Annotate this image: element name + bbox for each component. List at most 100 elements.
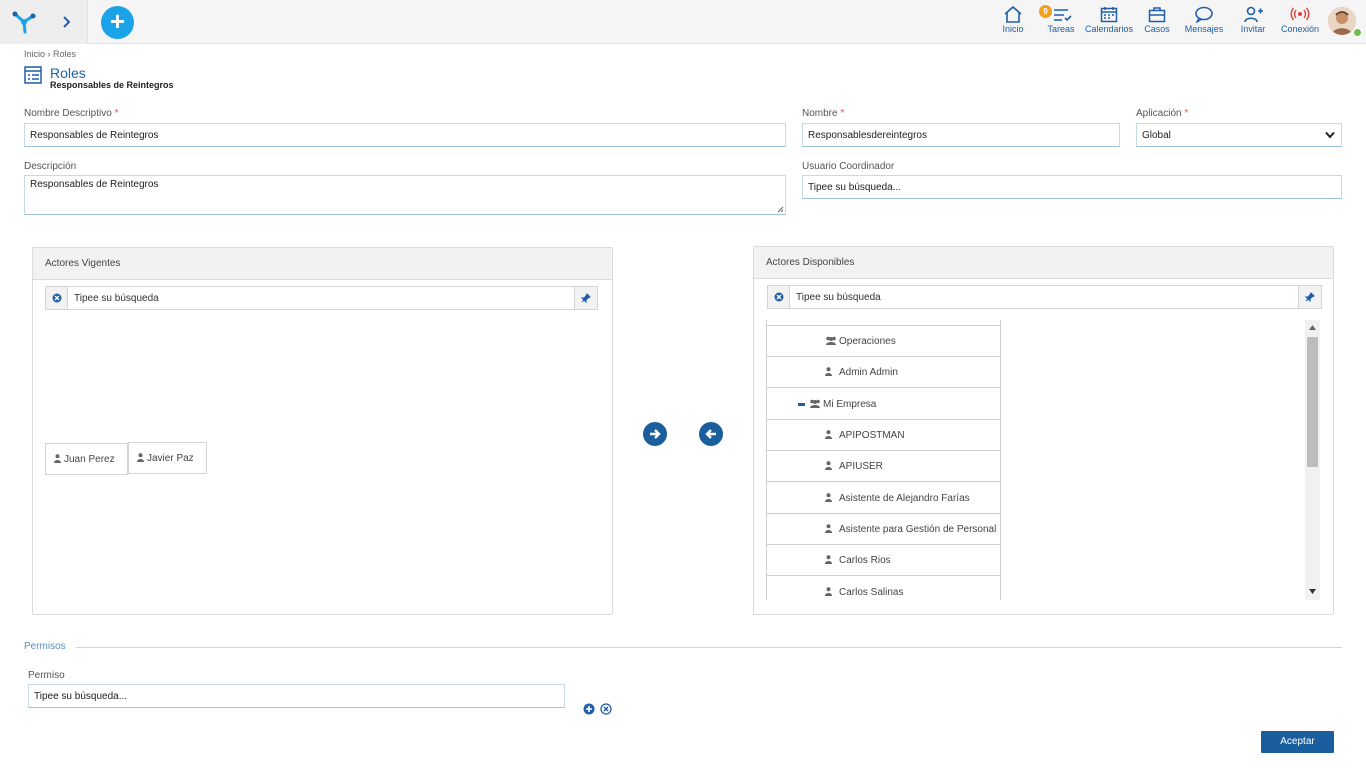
descripcion-textarea[interactable]: Responsables de Reintegros <box>24 175 786 215</box>
nav-invitar[interactable]: Invitar <box>1238 6 1268 40</box>
arrow-left-icon <box>705 429 716 439</box>
aplicacion-label: Aplicación * <box>1136 108 1189 119</box>
pin-icon[interactable] <box>1298 286 1321 308</box>
actores-disponibles-list: Operaciones Admin Admin Mi Empresa APIPO… <box>766 320 1001 600</box>
calendar-icon <box>1100 7 1118 23</box>
list-item[interactable]: Mi Empresa <box>767 389 1000 420</box>
breadcrumb-current: Roles <box>53 49 77 59</box>
chevron-down-icon <box>1325 131 1335 139</box>
actor-chip[interactable]: Juan Perez <box>45 443 128 475</box>
list-item[interactable]: Operaciones <box>767 326 1000 357</box>
actores-vigentes-search-placeholder: Tipee su búsqueda <box>74 293 159 304</box>
clear-search-icon[interactable] <box>46 287 68 309</box>
nav-tareas-label: Tareas <box>1047 24 1075 34</box>
chevron-right-icon[interactable] <box>62 16 70 28</box>
group-icon <box>810 399 820 408</box>
nav-casos-label: Casos <box>1144 24 1170 34</box>
permisos-section-title: Permisos <box>24 641 66 652</box>
actores-vigentes-title: Actores Vigentes <box>33 248 612 280</box>
nav-conexion[interactable]: Conexión <box>1281 6 1319 40</box>
actor-chip-label: Javier Paz <box>147 453 194 464</box>
roles-list-icon <box>24 66 42 84</box>
add-permission-icon[interactable] <box>583 703 595 715</box>
user-icon <box>825 555 832 564</box>
pin-icon[interactable] <box>574 287 597 309</box>
list-item-label: Operaciones <box>839 336 896 347</box>
nav-tareas[interactable]: 9 Tareas <box>1039 5 1078 40</box>
actores-disponibles-search-placeholder: Tipee su búsqueda <box>796 292 881 303</box>
nav-mensajes-label: Mensajes <box>1184 24 1224 34</box>
usuario-coordinador-input[interactable]: Tipee su búsqueda... <box>802 175 1342 199</box>
nombre-input[interactable]: Responsablesdereintegros <box>802 123 1120 147</box>
user-icon <box>137 453 144 462</box>
list-item[interactable]: Asistente para Gestión de Personal <box>767 514 1000 545</box>
user-icon <box>825 461 832 470</box>
aplicacion-select[interactable]: Global <box>1136 123 1342 147</box>
list-item[interactable]: Admin Admin <box>767 357 1000 388</box>
nombre-label: Nombre * <box>802 108 845 119</box>
nombre-descriptivo-label: Nombre Descriptivo * <box>24 108 119 119</box>
usuario-coordinador-label: Usuario Coordinador <box>802 161 895 172</box>
move-right-button[interactable] <box>643 422 667 446</box>
user-icon <box>825 493 832 502</box>
user-icon <box>54 454 61 463</box>
chat-icon <box>1195 6 1213 23</box>
list-item[interactable]: Asistente de Alejandro Farías <box>767 483 1000 514</box>
list-item[interactable]: APIPOSTMAN <box>767 420 1000 451</box>
nav-inicio[interactable]: Inicio <box>998 6 1028 40</box>
arrow-right-icon <box>650 429 661 439</box>
section-divider <box>76 647 1342 648</box>
actores-vigentes-search[interactable]: Tipee su búsqueda <box>45 286 598 310</box>
actor-chip[interactable]: Javier Paz <box>128 442 207 474</box>
descripcion-value: Responsables de Reintegros <box>30 179 159 190</box>
list-item-label: Carlos Salinas <box>839 587 904 598</box>
accept-button[interactable]: Aceptar <box>1261 731 1334 753</box>
actores-vigentes-panel: Actores Vigentes Tipee su búsqueda <box>32 247 613 615</box>
resize-handle-icon[interactable] <box>777 206 784 213</box>
user-icon <box>825 524 832 533</box>
move-left-button[interactable] <box>699 422 723 446</box>
page-subtitle: Responsables de Reintegros <box>50 80 174 90</box>
list-item-label: APIUSER <box>839 461 883 472</box>
aplicacion-value: Global <box>1142 130 1171 141</box>
permiso-input[interactable]: Tipee su búsqueda... <box>28 684 565 708</box>
page-title: Roles <box>50 65 86 81</box>
collapse-icon[interactable] <box>798 403 805 406</box>
breadcrumb: Inicio › Roles <box>24 49 76 59</box>
app-logo-icon[interactable] <box>11 10 37 34</box>
logo-area <box>0 0 88 44</box>
tasks-icon <box>1054 9 1072 22</box>
permiso-label: Permiso <box>28 670 65 681</box>
list-item-label: Carlos Rios <box>839 555 891 566</box>
group-icon <box>826 336 836 345</box>
signal-icon <box>1290 7 1310 21</box>
scrollbar-thumb[interactable] <box>1307 337 1318 467</box>
clear-search-icon[interactable] <box>768 286 790 308</box>
list-item-label: Asistente para Gestión de Personal <box>839 524 997 535</box>
breadcrumb-home[interactable]: Inicio <box>24 49 45 59</box>
nav-mensajes[interactable]: Mensajes <box>1184 6 1224 40</box>
list-item-label: Mi Empresa <box>823 399 877 410</box>
scroll-down-icon[interactable] <box>1309 589 1316 594</box>
list-item[interactable]: Carlos Salinas <box>767 577 1000 600</box>
nav-casos[interactable]: Casos <box>1142 6 1172 40</box>
list-item[interactable]: APIUSER <box>767 451 1000 482</box>
user-icon <box>825 587 832 596</box>
avatar[interactable] <box>1328 7 1356 35</box>
nav-conexion-label: Conexión <box>1281 24 1320 34</box>
nav-invitar-label: Invitar <box>1240 24 1266 34</box>
add-button[interactable]: + <box>101 6 134 39</box>
nombre-descriptivo-input[interactable]: Responsables de Reintegros <box>24 123 786 147</box>
list-item[interactable]: Carlos Rios <box>767 545 1000 576</box>
briefcase-icon <box>1148 7 1166 23</box>
scroll-up-icon[interactable] <box>1309 325 1316 330</box>
nav-calendarios[interactable]: Calendarios <box>1084 6 1134 40</box>
user-icon <box>825 430 832 439</box>
user-icon <box>825 367 832 376</box>
list-scrollbar[interactable] <box>1305 320 1320 600</box>
actores-disponibles-search[interactable]: Tipee su búsqueda <box>767 285 1322 309</box>
list-item-label: APIPOSTMAN <box>839 430 905 441</box>
nav-calendarios-label: Calendarios <box>1084 24 1134 34</box>
clear-permission-icon[interactable] <box>600 703 612 715</box>
nav-inicio-label: Inicio <box>1002 24 1024 34</box>
